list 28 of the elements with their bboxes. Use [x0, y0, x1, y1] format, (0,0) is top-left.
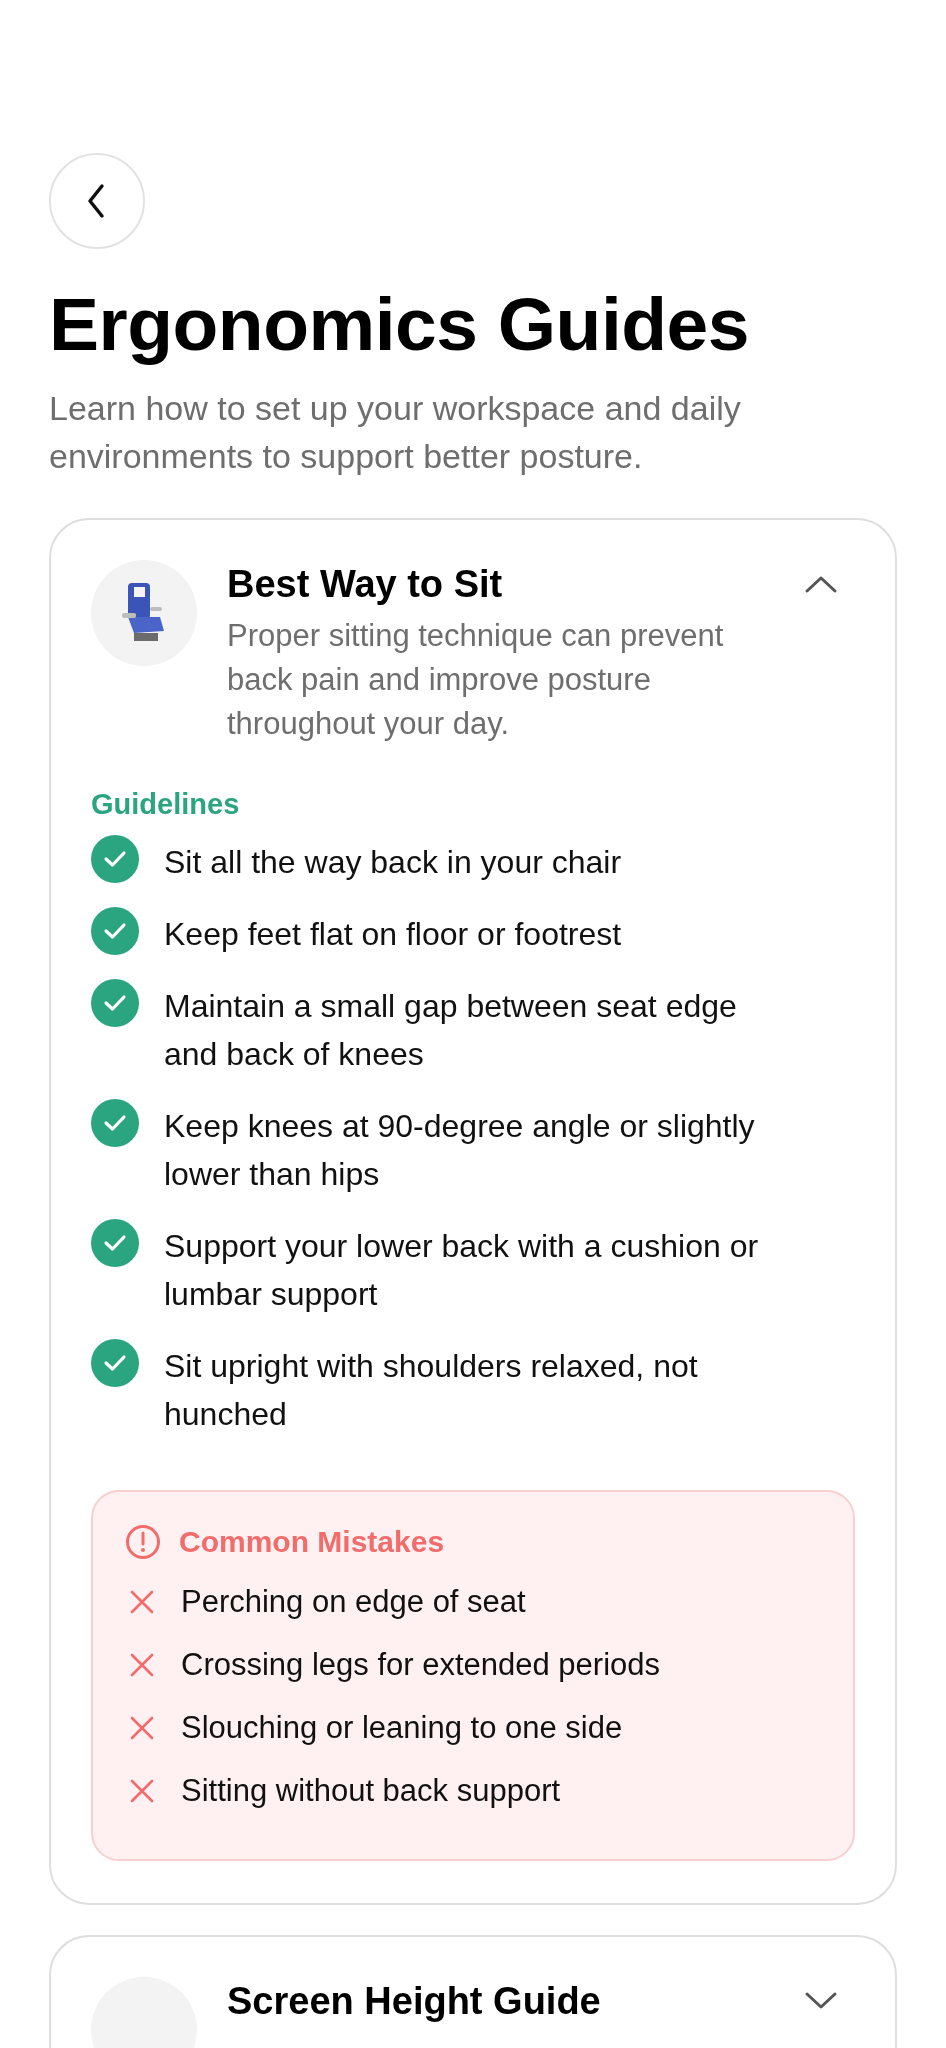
mistake-text: Perching on edge of seat	[181, 1582, 526, 1621]
guide-title: Screen Height Guide	[227, 1978, 602, 2024]
mistake-text: Crossing legs for extended periods	[181, 1645, 661, 1684]
check-icon	[91, 1338, 139, 1387]
guideline-text: Support your lower back with a cushion or lumbar support	[164, 1226, 760, 1314]
guideline-text: Keep knees at 90-degree angle or slightly lower than hips	[164, 1106, 756, 1194]
cross-icon	[129, 1651, 155, 1678]
guideline-text: Sit all the way back in your chair	[164, 842, 623, 882]
section-heading: Common Mistakes	[179, 1523, 445, 1560]
guideline-text: Maintain a small gap between seat edge and back of knees	[164, 986, 738, 1074]
page-title: Ergonomics Guides	[49, 283, 750, 366]
warning-icon	[125, 1523, 161, 1560]
check-icon	[91, 1098, 139, 1147]
mistake-text: Sitting without back support	[181, 1771, 561, 1810]
check-icon	[91, 834, 139, 883]
check-icon	[91, 906, 139, 955]
check-icon	[91, 978, 139, 1027]
page-subtitle: Learn how to set up your workspace and daily environments to support better posture.	[49, 387, 742, 477]
guide-title: Best Way to Sit	[227, 561, 504, 607]
cross-icon	[129, 1714, 155, 1741]
guideline-text: Keep feet flat on floor or footrest	[164, 914, 623, 954]
cross-icon	[129, 1588, 155, 1615]
guideline-text: Sit upright with shoulders relaxed, not hunched	[164, 1346, 699, 1434]
cross-icon	[129, 1777, 155, 1804]
section-heading: Guidelines	[91, 786, 241, 822]
guide-description: Proper sitting technique can prevent back pain and improve posture throughout your day.	[227, 616, 725, 743]
mistake-text: Slouching or leaning to one side	[181, 1708, 623, 1747]
check-icon	[91, 1218, 139, 1267]
